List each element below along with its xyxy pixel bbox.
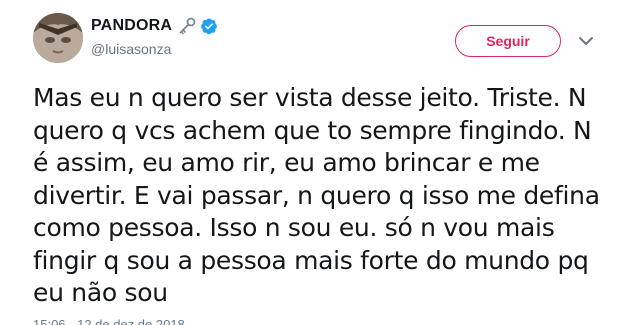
- avatar[interactable]: [33, 13, 83, 63]
- follow-button[interactable]: Seguir: [455, 25, 561, 57]
- name-row: PANDORA: [91, 15, 218, 37]
- verified-badge-icon: [200, 17, 218, 35]
- display-name[interactable]: PANDORA: [91, 17, 172, 35]
- tweet-text: Mas eu n quero ser vista desse jeito. Tr…: [33, 83, 600, 307]
- chevron-down-icon[interactable]: [578, 34, 594, 48]
- author-block: PANDORA @luisasonza: [91, 15, 218, 57]
- author-handle[interactable]: @luisasonza: [91, 41, 218, 57]
- old-key-icon: [178, 17, 196, 35]
- tweet-card: PANDORA @luisasonza Seguir Mas eu n quer…: [0, 0, 625, 325]
- tweet-timestamp[interactable]: 15:06 - 12 de dez de 2018: [33, 317, 185, 325]
- avatar-image: [33, 13, 83, 63]
